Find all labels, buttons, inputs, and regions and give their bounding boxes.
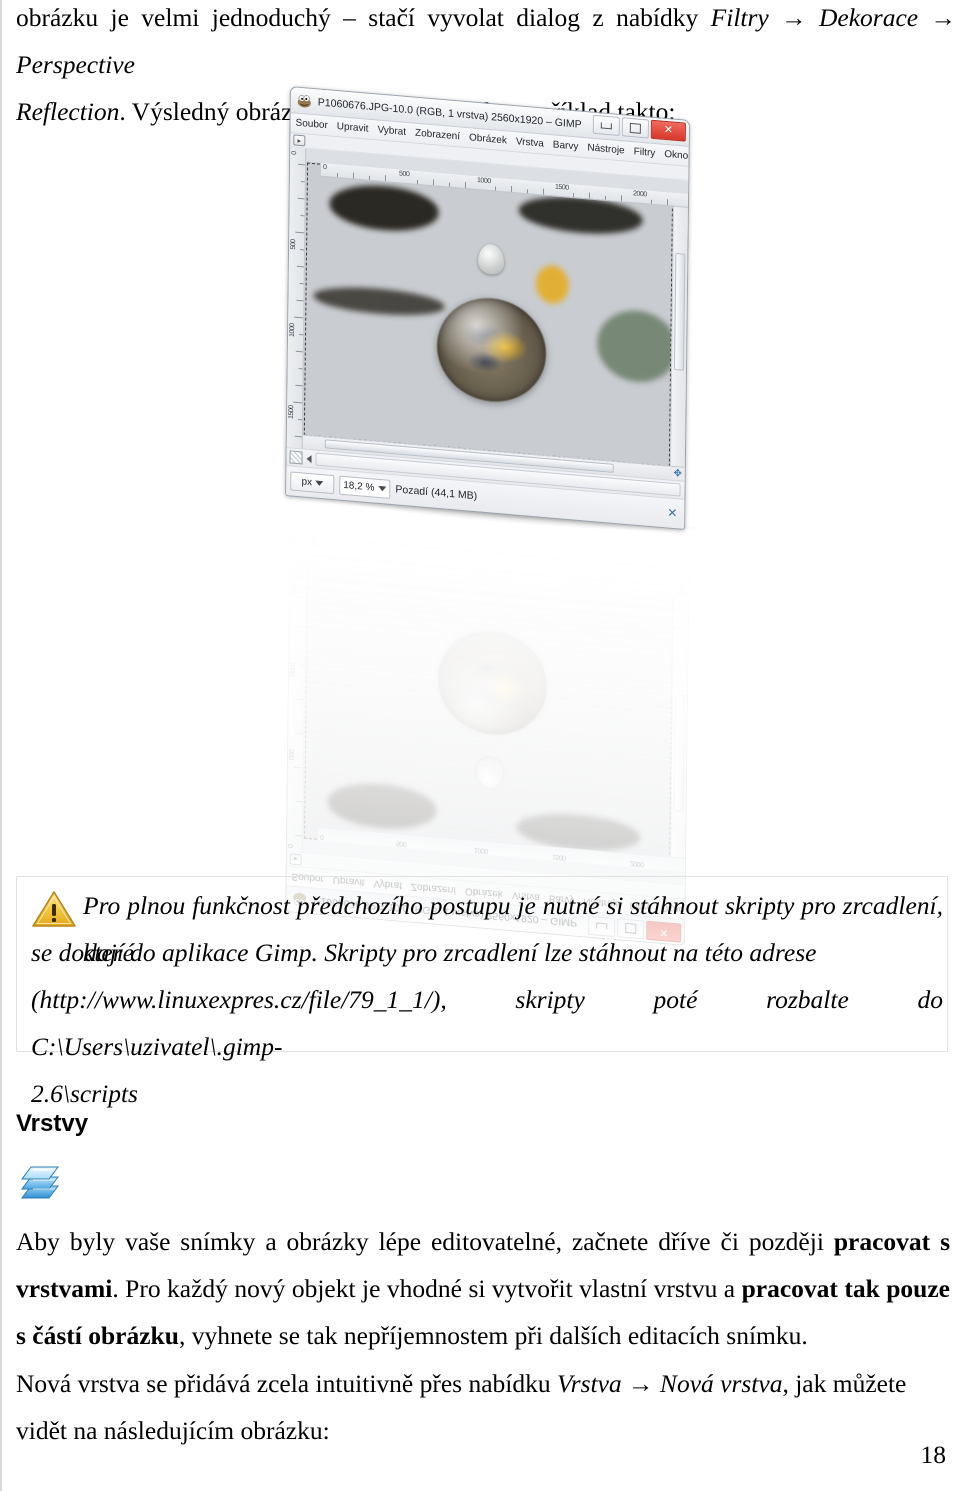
zoom-chevron-down-icon bbox=[378, 485, 387, 492]
unit-selector[interactable]: px bbox=[290, 470, 335, 494]
canvas-photo-macro-waterdrops bbox=[303, 162, 674, 467]
minimize-icon bbox=[600, 121, 612, 129]
canvas-vertical-scrollbar[interactable] bbox=[669, 192, 689, 467]
maximize-icon bbox=[629, 122, 641, 134]
menu-item-nastroje[interactable]: Nástroje bbox=[587, 142, 624, 156]
quick-mask-toggle-icon[interactable] bbox=[289, 450, 303, 465]
zoom-value: 18,2 % bbox=[343, 479, 375, 494]
menu-item-vrstva[interactable]: Vrstva bbox=[516, 136, 544, 149]
gimp-canvas-area: 0 500 1000 1500 0 500 1000 1500 2000 ✥ bbox=[286, 147, 689, 481]
minimize-button[interactable] bbox=[592, 114, 620, 137]
canvas-vertical-scrollbar-reflected bbox=[669, 597, 689, 872]
figure-gimp-perspective-reflection: P1060676.JPG-10.0 (RGB, 1 vrstva) 2560x1… bbox=[234, 78, 734, 946]
canvas-photo-reflected bbox=[303, 565, 674, 870]
maximize-button[interactable] bbox=[621, 117, 649, 139]
menu-item-filtry[interactable]: Filtry bbox=[634, 146, 656, 159]
photo-small-droplet-reflected bbox=[476, 757, 503, 790]
vruler-label-500: 500 bbox=[290, 239, 298, 250]
navigation-preview-button-reflected: ✥ bbox=[674, 583, 689, 598]
hruler-label-1000-reflected: 1000 bbox=[473, 845, 488, 855]
document-page: obrázku je velmi jednoduchý – stačí vyvo… bbox=[0, 0, 960, 1491]
gimp-window-original: P1060676.JPG-10.0 (RGB, 1 vrstva) 2560x1… bbox=[285, 86, 690, 530]
vertical-scroll-thumb[interactable] bbox=[673, 252, 686, 371]
hruler-label-0: 0 bbox=[323, 163, 327, 172]
statusbar-layer-info: Pozadí (44,1 MB) bbox=[395, 483, 478, 503]
photo-small-droplet bbox=[478, 243, 504, 276]
zoom-selector[interactable]: 18,2 % bbox=[339, 475, 391, 499]
cancel-icon[interactable]: ✕ bbox=[664, 504, 680, 521]
page-title: Vrstvy bbox=[16, 1110, 89, 1137]
figure-stage: P1060676.JPG-10.0 (RGB, 1 vrstva) 2560x1… bbox=[234, 78, 734, 946]
menu-item-okno[interactable]: Okno bbox=[664, 149, 688, 162]
warning-triangle-icon bbox=[31, 889, 77, 929]
layers-stack-icon bbox=[14, 1158, 66, 1202]
note-line-2: se dodají do aplikace Gimp. Skripty pro … bbox=[31, 938, 817, 967]
gimp-window: P1060676.JPG-10.0 (RGB, 1 vrstva) 2560x1… bbox=[285, 86, 690, 530]
hruler-label-1500-reflected: 1500 bbox=[551, 852, 566, 861]
note-text: Pro plnou funkčnost předchozího postupu … bbox=[31, 882, 943, 1108]
paragraph-layers-intro: Aby byly vaše snímky a obrázky lépe edit… bbox=[16, 1218, 950, 1359]
note-line-4: 2.6\scripts bbox=[31, 1079, 138, 1108]
hruler-label-2000: 2000 bbox=[633, 190, 647, 199]
vruler-label-500-reflected: 500 bbox=[288, 748, 297, 760]
para-nova-menu-path: Vrstva → Nová vrstva bbox=[557, 1369, 783, 1398]
para-aby-part1: Aby byly vaše snímky a obrázky lépe edit… bbox=[16, 1227, 834, 1256]
vruler-label-1000-reflected: 1000 bbox=[289, 661, 298, 676]
unit-value: px bbox=[301, 475, 313, 488]
hruler-label-1500: 1500 bbox=[555, 183, 569, 192]
para-aby-part3: , vyhnete se tak nepříjemnostem při dalš… bbox=[178, 1321, 808, 1350]
menu-item-upravit[interactable]: Upravit bbox=[337, 121, 369, 135]
menu-item-vybrat[interactable]: Vybrat bbox=[377, 124, 406, 137]
menu-item-barvy[interactable]: Barvy bbox=[553, 139, 579, 152]
menu-item-zobrazeni[interactable]: Zobrazení bbox=[415, 128, 460, 143]
hruler-label-500: 500 bbox=[399, 170, 410, 179]
paragraph-new-layer: Nová vrstva se přidává zcela intuitivně … bbox=[16, 1360, 950, 1454]
chevron-down-icon bbox=[315, 480, 324, 486]
vruler-label-1500-reflected: 1500 bbox=[290, 579, 299, 594]
intro-menu-path-2: Reflection bbox=[16, 97, 120, 126]
page-number: 18 bbox=[920, 1440, 947, 1469]
hruler-label-0-reflected: 0 bbox=[319, 832, 324, 841]
gimp-canvas-reflected: 0 500 1000 1500 2000 ✥ bbox=[302, 552, 689, 872]
statusbar-layer-info-reflected: Pozadí (44,1 MB) bbox=[399, 521, 482, 541]
para-aby-part2: . Pro každý nový objekt je vhodné si vyt… bbox=[112, 1274, 742, 1303]
unit-selector-reflected: px bbox=[294, 508, 339, 532]
close-icon: ✕ bbox=[663, 123, 674, 137]
ruler-toggle-icon[interactable]: ▸ bbox=[293, 134, 306, 147]
para-nova-part1: Nová vrstva se přidává zcela intuitivně … bbox=[16, 1369, 557, 1398]
cancel-icon-reflected: ✕ bbox=[671, 543, 682, 559]
vruler-label-1000: 1000 bbox=[288, 323, 297, 338]
gimp-canvas-area-reflected: 0 500 1000 1500 0 500 1000 1500 2000 ✥ bbox=[286, 551, 689, 885]
collapse-arrow-icon[interactable] bbox=[306, 454, 312, 463]
note-line-3: (http://www.linuxexpres.cz/file/79_1_1/)… bbox=[31, 985, 943, 1061]
gimp-canvas[interactable]: 0 500 1000 1500 2000 ✥ bbox=[302, 161, 689, 481]
photo-waterdrop-sphere bbox=[436, 293, 547, 407]
intro-line1-text: obrázku je velmi jednoduchý – stačí vyvo… bbox=[16, 3, 711, 32]
zoom-value-reflected: 18,2 % bbox=[347, 517, 380, 532]
photo-waterdrop-sphere-reflected bbox=[437, 626, 548, 739]
vruler-label-0: 0 bbox=[291, 151, 299, 156]
hruler-label-2000-reflected: 2000 bbox=[629, 859, 644, 868]
menu-item-soubor[interactable]: Soubor bbox=[295, 118, 327, 132]
navigation-preview-button[interactable]: ✥ bbox=[670, 466, 685, 481]
menu-item-obrazek[interactable]: Obrázek bbox=[469, 132, 507, 146]
zoom-selector-reflected: 18,2 % bbox=[343, 513, 396, 537]
close-button[interactable]: ✕ bbox=[650, 119, 686, 142]
wilber-icon bbox=[297, 93, 312, 108]
ruler-toggle-icon-reflected: ▸ bbox=[289, 853, 302, 866]
collapse-arrow-icon-reflected bbox=[310, 539, 316, 548]
hruler-label-1000: 1000 bbox=[477, 176, 491, 186]
vruler-label-1500: 1500 bbox=[288, 405, 296, 420]
vruler-label-0-reflected: 0 bbox=[287, 843, 295, 848]
quick-mask-toggle-icon-reflected bbox=[293, 535, 307, 550]
hruler-label-500-reflected: 500 bbox=[395, 839, 407, 848]
window-controls: ✕ bbox=[592, 114, 686, 142]
note-callout-box: Pro plnou funkčnost předchozího postupu … bbox=[16, 876, 948, 1108]
note-continuation: se dodají do aplikace Gimp. Skripty pro … bbox=[31, 929, 943, 1117]
unit-value-reflected: px bbox=[305, 513, 317, 526]
